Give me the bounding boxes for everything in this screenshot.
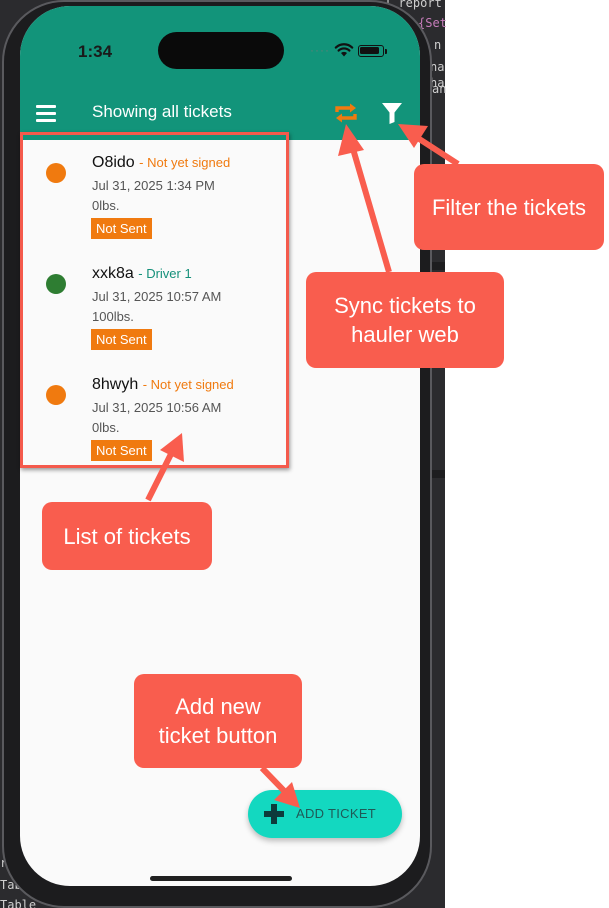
filter-callout: Filter the tickets — [414, 164, 604, 250]
annotation-arrows — [145, 124, 460, 808]
list-callout: List of tickets — [42, 502, 212, 570]
sync-callout: Sync tickets to hauler web — [306, 272, 504, 368]
add-ticket-callout: Add new ticket button — [134, 674, 302, 768]
